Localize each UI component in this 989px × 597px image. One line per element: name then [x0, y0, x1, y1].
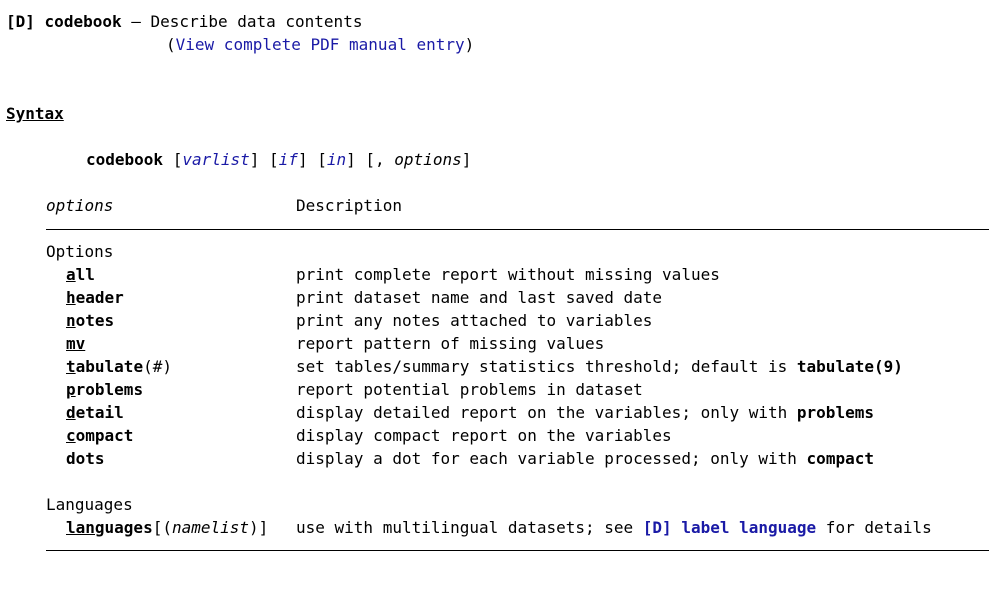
option-arg-open: [(: [152, 518, 172, 537]
option-name[interactable]: compact: [66, 424, 133, 447]
option-name[interactable]: header: [66, 286, 124, 309]
col-header-description: Description: [296, 196, 402, 215]
option-rest: uages: [104, 518, 153, 537]
option-rest: etail: [75, 403, 124, 422]
option-description-text: display a dot for each variable processe…: [296, 449, 807, 468]
entry-title-line: [D] codebook — Describe data contents: [6, 10, 362, 33]
desc-text: use with multilingual datasets; see: [296, 518, 643, 537]
table-header-rule: [46, 229, 989, 230]
option-description: display compact report on the variables: [296, 424, 672, 447]
option-description-bold: problems: [796, 403, 874, 422]
group-languages-label: Languages: [46, 495, 133, 514]
desc-text-post: for details: [816, 518, 932, 537]
option-rest: dots: [66, 449, 105, 468]
syntax-options: options: [394, 150, 462, 169]
entry-tag: [D]: [6, 12, 35, 31]
group-options-label: Options: [46, 242, 114, 261]
option-abbrev: a: [66, 265, 76, 284]
option-description-text: print complete report without missing va…: [296, 265, 720, 284]
option-description-bold: tabulate(9): [796, 357, 903, 376]
option-description: set tables/summary statistics threshold;…: [296, 355, 903, 378]
option-description-text: print dataset name and last saved date: [296, 288, 663, 307]
option-rest: ompact: [75, 426, 134, 445]
option-description: display a dot for each variable processe…: [296, 447, 874, 470]
option-description: report pattern of missing values: [296, 332, 604, 355]
option-rest: otes: [75, 311, 115, 330]
pdf-manual-link[interactable]: View complete PDF manual entry: [176, 35, 465, 54]
option-description: report potential problems in dataset: [296, 378, 643, 401]
option-rest: ll: [75, 265, 95, 284]
manual-entry-line: (View complete PDF manual entry): [166, 33, 474, 56]
option-description: print dataset name and last saved date: [296, 286, 662, 309]
option-description: display detailed report on the variables…: [296, 401, 874, 424]
option-abbrev: c: [66, 426, 76, 445]
option-name[interactable]: tabulate(#): [66, 355, 172, 378]
if-link[interactable]: if: [279, 150, 298, 169]
option-description-text: set tables/summary statistics threshold;…: [296, 357, 797, 376]
option-arg-close: )]: [249, 518, 269, 537]
option-description-text: print any notes attached to variables: [296, 311, 653, 330]
option-abbrev: h: [66, 288, 76, 307]
option-name[interactable]: all: [66, 263, 95, 286]
option-languages[interactable]: languages[(namelist)]: [66, 516, 268, 539]
option-arg: namelist: [171, 518, 250, 537]
title-dash: —: [131, 12, 141, 31]
option-name[interactable]: notes: [66, 309, 114, 332]
option-languages-description: use with multilingual datasets; see [D] …: [296, 516, 932, 539]
label-language-link[interactable]: [D] label language: [643, 518, 816, 537]
manual-close-paren: ): [464, 35, 475, 54]
syntax-line: codebook [varlist] [if] [in] [, options]: [86, 150, 472, 169]
table-footer-rule: [46, 550, 989, 551]
option-description-text: display compact report on the variables: [296, 426, 672, 445]
option-description-bold: compact: [806, 449, 874, 468]
option-rest: roblems: [75, 380, 144, 399]
option-abbrev: lang: [66, 518, 105, 537]
option-description-text: report potential problems in dataset: [296, 380, 643, 399]
option-abbrev: t: [66, 357, 76, 376]
manual-open-paren: (: [166, 35, 176, 54]
syntax-heading: Syntax: [6, 104, 64, 123]
option-description-text: report pattern of missing values: [296, 334, 605, 353]
option-rest: abulate: [75, 357, 144, 376]
option-description-text: display detailed report on the variables…: [296, 403, 797, 422]
option-description: print any notes attached to variables: [296, 309, 652, 332]
col-header-options: options: [46, 196, 114, 215]
option-rest: eader: [75, 288, 124, 307]
option-abbrev: mv: [66, 334, 86, 353]
option-arg: (#): [143, 357, 172, 376]
option-name[interactable]: detail: [66, 401, 124, 424]
entry-title: Describe data contents: [150, 12, 363, 31]
in-link[interactable]: in: [327, 150, 346, 169]
option-name[interactable]: mv: [66, 332, 85, 355]
option-description: print complete report without missing va…: [296, 263, 720, 286]
option-abbrev: n: [66, 311, 76, 330]
varlist-link[interactable]: varlist: [182, 150, 249, 169]
option-abbrev: p: [66, 380, 76, 399]
entry-command: codebook: [44, 12, 122, 31]
option-abbrev: d: [66, 403, 76, 422]
option-name[interactable]: problems: [66, 378, 143, 401]
syntax-command: codebook: [86, 150, 164, 169]
option-name[interactable]: dots: [66, 447, 105, 470]
